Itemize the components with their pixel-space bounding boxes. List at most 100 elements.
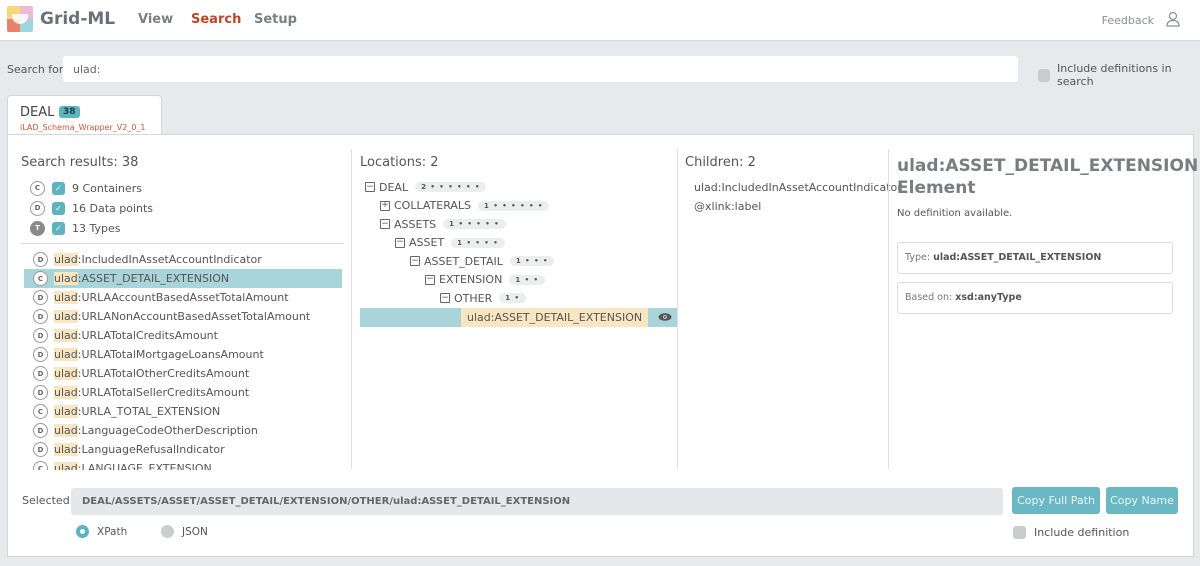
result-item[interactable]: Dulad:URLATotalOtherCreditsAmount xyxy=(24,364,342,383)
result-item[interactable]: Dulad:URLAAccountBasedAssetTotalAmount xyxy=(24,288,342,307)
match-highlight: ulad xyxy=(54,367,78,380)
tree-node[interactable]: − OTHER 1 • xyxy=(360,289,678,308)
data-point-type-icon: D xyxy=(33,328,48,343)
checkbox-checked-icon[interactable]: ✓ xyxy=(52,201,65,215)
element-description: No definition available. xyxy=(897,208,1013,219)
match-highlight: ulad xyxy=(54,253,78,266)
node-count-badge: 2 • • • • • • xyxy=(415,182,487,193)
collapse-icon[interactable]: − xyxy=(380,219,390,230)
checkbox-checked-icon[interactable]: ✓ xyxy=(52,181,65,195)
result-item[interactable]: Dulad:URLATotalCreditsAmount xyxy=(24,326,342,345)
result-item[interactable]: Dulad:LanguageCodeOtherDescription xyxy=(24,421,342,440)
collapse-icon[interactable]: − xyxy=(395,237,405,248)
selected-path-field[interactable]: DEAL/ASSETS/ASSET/ASSET_DETAIL/EXTENSION… xyxy=(71,488,1003,515)
checkbox-box[interactable] xyxy=(1013,526,1026,539)
result-item[interactable]: Culad:URLA_TOTAL_EXTENSION xyxy=(24,402,342,421)
copy-full-path-button[interactable]: Copy Full Path xyxy=(1012,487,1100,514)
result-local-name: :URLATotalSellerCreditsAmount xyxy=(77,386,250,399)
json-radio[interactable]: JSON xyxy=(161,525,208,538)
checkbox-checked-icon[interactable]: ✓ xyxy=(52,221,65,235)
search-results-list[interactable]: Dulad:IncludedInAssetAccountIndicator Cul… xyxy=(24,250,342,470)
data-point-type-icon: D xyxy=(33,385,48,400)
checkbox-box[interactable] xyxy=(1038,68,1051,82)
children-title: Children: 2 xyxy=(685,155,756,170)
nav-setup[interactable]: Setup xyxy=(254,12,297,27)
result-local-name: :LanguageRefusalIndicator xyxy=(77,443,225,456)
element-detail-title: ulad:ASSET_DETAIL_EXTENSION Element xyxy=(897,156,1199,198)
data-point-type-icon: D xyxy=(33,423,48,438)
tab-count-badge: 38 xyxy=(59,106,80,118)
collapse-icon[interactable]: − xyxy=(365,182,375,193)
user-icon[interactable] xyxy=(1166,11,1180,27)
tree-leaf-selected[interactable]: ulad:ASSET_DETAIL_EXTENSION xyxy=(360,307,678,327)
collapse-icon[interactable]: − xyxy=(410,256,420,267)
tree-node[interactable]: − ASSET 1 • • • • xyxy=(360,234,678,253)
result-item[interactable]: Dulad:URLATotalSellerCreditsAmount xyxy=(24,383,342,402)
type-info-box[interactable]: Type: ulad:ASSET_DETAIL_EXTENSION xyxy=(897,242,1173,274)
match-highlight: ulad xyxy=(54,405,78,418)
type-value: ulad:ASSET_DETAIL_EXTENSION xyxy=(933,252,1102,263)
data-point-type-icon: D xyxy=(33,442,48,457)
expand-icon[interactable]: + xyxy=(380,200,390,211)
tree-node-label: COLLATERALS xyxy=(394,199,472,213)
data-point-type-icon: D xyxy=(33,290,48,305)
child-item[interactable]: ulad:IncludedInAssetAccountIndicator xyxy=(694,178,902,197)
nav-search[interactable]: Search xyxy=(191,12,241,27)
result-name: ulad:IncludedInAssetAccountIndicator xyxy=(54,253,262,266)
result-item[interactable]: Dulad:LanguageRefusalIndicator xyxy=(24,440,342,459)
locations-tree: − DEAL 2 • • • • • • + COLLATERALS 1 • • • • … xyxy=(360,178,678,327)
tab-title: DEAL xyxy=(20,105,55,120)
tab-deal[interactable]: DEAL 38 iLAD_Schema_Wrapper_V2_0_1 xyxy=(7,95,162,135)
result-item[interactable]: Dulad:URLATotalMortgageLoansAmount xyxy=(24,345,342,364)
filter-label: 13 Types xyxy=(72,221,121,235)
based-on-value: xsd:anyType xyxy=(955,292,1022,303)
include-definition-checkbox[interactable]: Include definition xyxy=(1013,526,1129,539)
grid-ml-logo-icon[interactable] xyxy=(7,6,33,32)
filter-types[interactable]: T ✓ 13 Types xyxy=(30,218,153,238)
based-on-info-box[interactable]: Based on: xsd:anyType xyxy=(897,282,1173,314)
search-input[interactable] xyxy=(63,56,1018,82)
json-label: JSON xyxy=(182,525,208,538)
xpath-radio[interactable]: XPath xyxy=(76,525,127,538)
include-definition-label: Include definition xyxy=(1034,526,1130,539)
feedback-link[interactable]: Feedback xyxy=(1102,14,1154,27)
tree-node[interactable]: − EXTENSION 1 • • xyxy=(360,271,678,290)
result-item[interactable]: Culad:ASSET_DETAIL_EXTENSION xyxy=(24,269,342,288)
result-item[interactable]: Dulad:URLANonAccountBasedAssetTotalAmoun… xyxy=(24,307,342,326)
filter-data-points[interactable]: D ✓ 16 Data points xyxy=(30,198,153,218)
nav-view[interactable]: View xyxy=(138,12,173,27)
copy-name-button[interactable]: Copy Name xyxy=(1106,487,1178,514)
child-item[interactable]: @xlink:label xyxy=(694,197,902,216)
radio-unselected-icon[interactable] xyxy=(161,525,174,538)
match-highlight: ulad xyxy=(54,462,78,470)
match-highlight: ulad xyxy=(54,386,78,399)
result-item[interactable]: Culad:LANGUAGE_EXTENSION xyxy=(24,459,342,470)
result-item[interactable]: Dulad:IncludedInAssetAccountIndicator xyxy=(24,250,342,269)
result-local-name: :IncludedInAssetAccountIndicator xyxy=(77,253,262,266)
tree-node[interactable]: − ASSET_DETAIL 1 • • • xyxy=(360,252,678,271)
eye-icon[interactable] xyxy=(658,313,672,321)
tree-node[interactable]: + COLLATERALS 1 • • • • • • xyxy=(360,197,678,216)
include-definitions-checkbox[interactable]: Include definitions in search xyxy=(1038,62,1200,88)
search-results-title: Search results: 38 xyxy=(21,155,139,170)
radio-selected-icon[interactable] xyxy=(76,525,89,538)
match-highlight: ulad xyxy=(54,329,78,342)
column-divider xyxy=(888,149,889,469)
children-list: ulad:IncludedInAssetAccountIndicator @xl… xyxy=(694,178,902,216)
match-highlight: ulad xyxy=(54,348,78,361)
result-local-name: :URLANonAccountBasedAssetTotalAmount xyxy=(77,310,311,323)
tree-node-label: ASSET_DETAIL xyxy=(424,254,503,268)
collapse-icon[interactable]: − xyxy=(425,274,435,285)
tree-node[interactable]: − ASSETS 1 • • • • • xyxy=(360,215,678,234)
result-name: ulad:URLATotalMortgageLoansAmount xyxy=(54,348,264,361)
filter-containers[interactable]: C ✓ 9 Containers xyxy=(30,178,153,198)
app-title[interactable]: Grid-ML xyxy=(40,9,115,29)
collapse-icon[interactable]: − xyxy=(440,293,450,304)
tree-node[interactable]: − DEAL 2 • • • • • • xyxy=(360,178,678,197)
tree-node-label: OTHER xyxy=(454,291,493,305)
result-name: ulad:URLA_TOTAL_EXTENSION xyxy=(54,405,220,418)
filter-label: 16 Data points xyxy=(72,201,154,215)
column-divider xyxy=(677,149,678,469)
result-local-name: :URLA_TOTAL_EXTENSION xyxy=(77,405,221,418)
result-local-name: :URLATotalCreditsAmount xyxy=(77,329,218,342)
